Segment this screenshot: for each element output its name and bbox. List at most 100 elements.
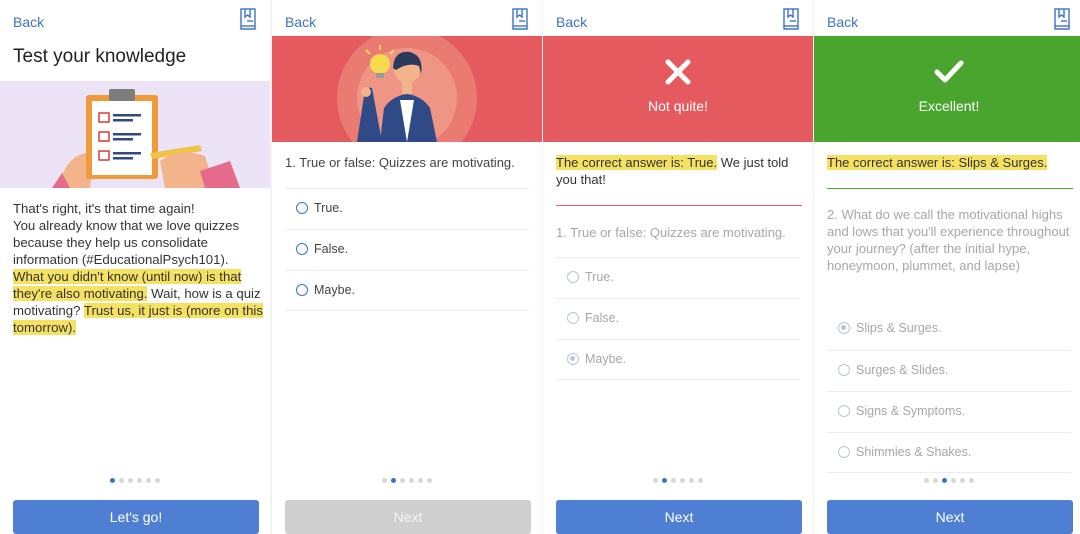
option-surges-slides: Surges & Slides. bbox=[827, 350, 1071, 391]
radio-icon[interactable] bbox=[296, 243, 308, 255]
result-banner-wrong: Not quite! bbox=[543, 36, 813, 142]
option-label: Signs & Symptoms. bbox=[856, 404, 966, 418]
option-label: Shimmies & Shakes. bbox=[856, 445, 972, 459]
screen-feedback-correct: Back Excellent! The correct answer is: S… bbox=[814, 0, 1080, 534]
intro-line-2: You already know that we love quizzes be… bbox=[13, 218, 240, 267]
option-label: Maybe. bbox=[314, 283, 355, 297]
bookmark-icon[interactable] bbox=[238, 8, 258, 30]
clipboard-illustration bbox=[0, 81, 270, 188]
intro-text: That's right, it's that time again! You … bbox=[13, 200, 263, 336]
result-text: Not quite! bbox=[648, 98, 708, 114]
page-title: Test your knowledge bbox=[13, 46, 187, 67]
pagination-dots bbox=[814, 478, 1080, 483]
bookmark-icon[interactable] bbox=[781, 8, 801, 30]
top-bar: Back bbox=[272, 0, 542, 36]
page-dot bbox=[933, 478, 938, 483]
x-mark-icon bbox=[543, 58, 813, 91]
screen-intro: Back Test your knowledge That's right, i… bbox=[0, 0, 270, 534]
bookmark-icon[interactable] bbox=[510, 8, 530, 30]
page-dot bbox=[155, 478, 160, 483]
back-button[interactable]: Back bbox=[13, 14, 44, 30]
correct-answer-text: The correct answer is: True. We just tol… bbox=[556, 154, 806, 188]
question-text: 2. What do we call the motivational high… bbox=[827, 207, 1070, 273]
page-dot bbox=[662, 478, 667, 483]
pagination-dots bbox=[543, 478, 813, 483]
option-false: False. bbox=[556, 298, 800, 339]
page-dot bbox=[146, 478, 151, 483]
radio-icon bbox=[838, 405, 850, 417]
option-maybe[interactable]: Maybe. bbox=[285, 270, 529, 311]
page-dot bbox=[924, 478, 929, 483]
top-bar: Back bbox=[0, 0, 270, 36]
divider-line bbox=[827, 188, 1073, 189]
question-text: 1. True or false: Quizzes are motivating… bbox=[556, 225, 786, 240]
radio-icon bbox=[567, 312, 579, 324]
top-bar: Back bbox=[814, 0, 1080, 36]
option-false[interactable]: False. bbox=[285, 229, 529, 270]
result-text: Excellent! bbox=[918, 98, 980, 114]
page-dot bbox=[110, 478, 115, 483]
option-shimmies-shakes: Shimmies & Shakes. bbox=[827, 432, 1071, 473]
radio-icon[interactable] bbox=[296, 202, 308, 214]
correct-answer-text: The correct answer is: Slips & Surges. bbox=[827, 154, 1077, 171]
option-label: False. bbox=[314, 242, 349, 256]
radio-icon bbox=[838, 364, 850, 376]
radio-icon-selected bbox=[838, 322, 850, 334]
radio-icon bbox=[567, 271, 579, 283]
page-dot bbox=[680, 478, 685, 483]
next-button-disabled[interactable]: Next bbox=[285, 500, 531, 534]
back-button[interactable]: Back bbox=[285, 14, 316, 30]
radio-icon bbox=[838, 446, 850, 458]
onboarding-quiz-screens: Back Test your knowledge That's right, i… bbox=[0, 0, 1080, 534]
back-button[interactable]: Back bbox=[556, 14, 587, 30]
option-signs-symptoms: Signs & Symptoms. bbox=[827, 391, 1071, 432]
answer-highlight: The correct answer is: True. bbox=[556, 155, 718, 170]
question-text: 1. True or false: Quizzes are motivating… bbox=[285, 155, 515, 170]
page-dot bbox=[689, 478, 694, 483]
page-dot bbox=[382, 478, 387, 483]
screen-feedback-wrong: Back Not quite! The correct answer is: T… bbox=[543, 0, 813, 534]
page-dot bbox=[969, 478, 974, 483]
divider-line bbox=[556, 205, 802, 206]
radio-icon-selected bbox=[567, 353, 579, 365]
page-dot bbox=[960, 478, 965, 483]
checkmark-icon bbox=[814, 58, 1080, 91]
lets-go-button[interactable]: Let's go! bbox=[13, 500, 259, 534]
option-label: Surges & Slides. bbox=[856, 363, 949, 377]
page-dot bbox=[409, 478, 414, 483]
radio-icon[interactable] bbox=[296, 284, 308, 296]
page-dot bbox=[671, 478, 676, 483]
page-dot bbox=[427, 478, 432, 483]
answer-highlight: The correct answer is: Slips & Surges. bbox=[827, 155, 1048, 170]
businesswoman-idea-illustration bbox=[272, 36, 542, 142]
page-dot bbox=[951, 478, 956, 483]
option-true: True. bbox=[556, 257, 800, 298]
next-button[interactable]: Next bbox=[556, 500, 802, 534]
option-maybe: Maybe. bbox=[556, 339, 800, 380]
option-label: Slips & Surges. bbox=[856, 321, 942, 335]
page-dot bbox=[128, 478, 133, 483]
page-dot bbox=[400, 478, 405, 483]
top-bar: Back bbox=[543, 0, 813, 36]
screen-question-1: Back 1. True or false: Quizzes are motiv… bbox=[272, 0, 542, 534]
option-label: True. bbox=[585, 270, 614, 284]
page-dot bbox=[137, 478, 142, 483]
next-button[interactable]: Next bbox=[827, 500, 1073, 534]
option-label: False. bbox=[585, 311, 620, 325]
option-label: True. bbox=[314, 201, 343, 215]
page-dot bbox=[698, 478, 703, 483]
page-dot bbox=[942, 478, 947, 483]
page-dot bbox=[119, 478, 124, 483]
result-banner-correct: Excellent! bbox=[814, 36, 1080, 142]
option-label: Maybe. bbox=[585, 352, 626, 366]
option-true[interactable]: True. bbox=[285, 188, 529, 229]
option-slips-surges: Slips & Surges. bbox=[827, 309, 1071, 350]
intro-line-1: That's right, it's that time again! bbox=[13, 201, 195, 216]
pagination-dots bbox=[0, 478, 270, 483]
pagination-dots bbox=[272, 478, 542, 483]
bookmark-icon[interactable] bbox=[1052, 8, 1072, 30]
back-button[interactable]: Back bbox=[827, 14, 858, 30]
page-dot bbox=[391, 478, 396, 483]
page-dot bbox=[653, 478, 658, 483]
page-dot bbox=[418, 478, 423, 483]
